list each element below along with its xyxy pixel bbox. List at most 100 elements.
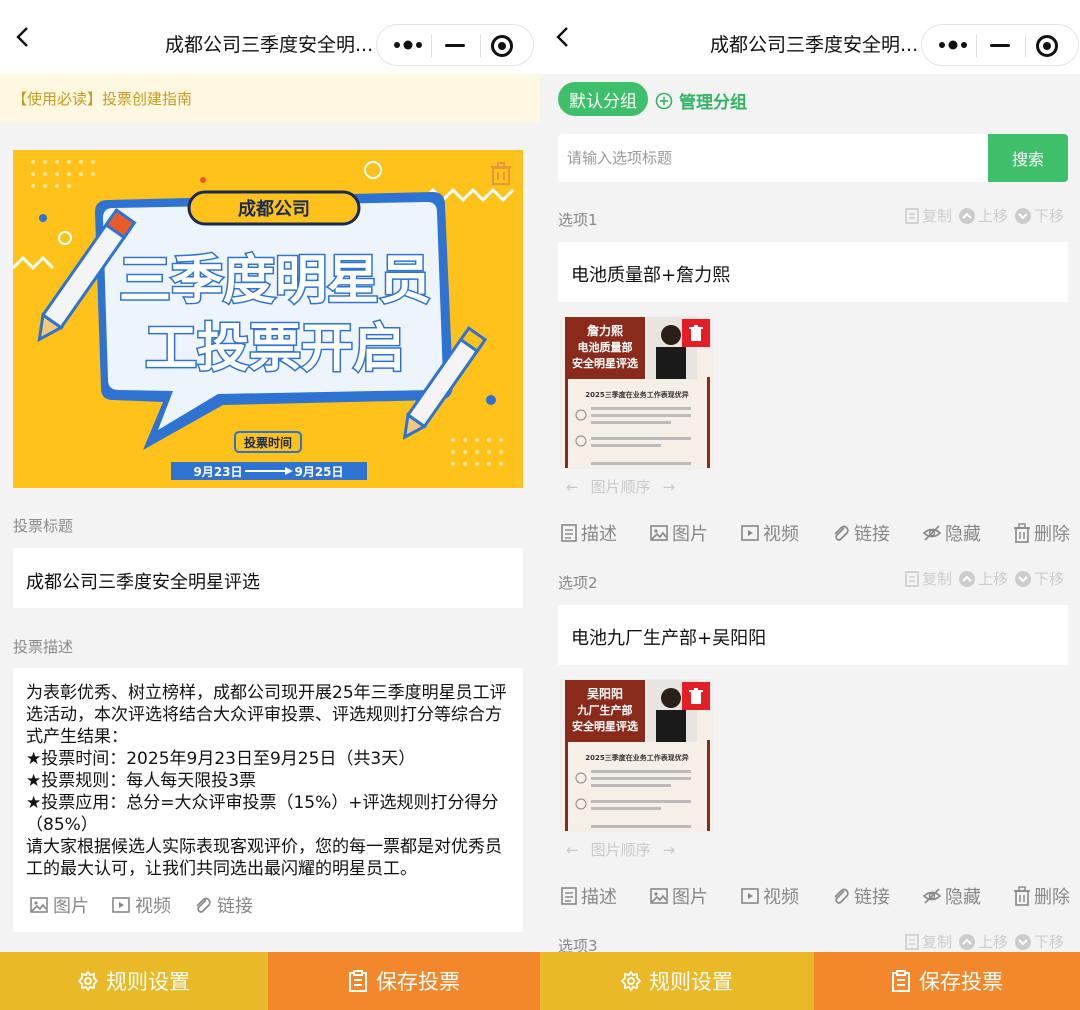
video-icon: [112, 897, 130, 913]
banner-time-label: 投票时间: [244, 435, 292, 450]
copy-icon: [905, 570, 919, 587]
option-tools: 复制 上移 下移: [904, 931, 1064, 952]
minimize-icon[interactable]: [445, 44, 465, 47]
document-icon: [892, 970, 910, 992]
image-icon: [650, 525, 668, 541]
close-miniprogram-icon[interactable]: [491, 35, 513, 57]
option-label: 选项2: [558, 574, 598, 592]
svg-text:吴阳阳: 吴阳阳: [587, 686, 623, 701]
move-down-button[interactable]: 下移: [1014, 205, 1064, 226]
svg-text:詹力熙: 詹力熙: [587, 323, 623, 338]
link-icon: [834, 888, 849, 904]
copy-button[interactable]: 复制: [904, 205, 952, 226]
option-title-field[interactable]: 电池质量部+詹力熙: [558, 242, 1068, 302]
banner-headline-2: 工投票开启: [145, 319, 405, 379]
save-vote-button[interactable]: 保存投票: [268, 952, 540, 1010]
add-link-button[interactable]: 链接: [193, 892, 253, 918]
mini-program-capsule: [921, 24, 1079, 66]
nav-bar: 成都公司三季度安全明...: [0, 0, 540, 74]
chevron-up-icon: [958, 207, 975, 224]
default-group-chip[interactable]: 默认分组: [558, 82, 648, 116]
delete-photo-button[interactable]: [682, 319, 710, 347]
link-button[interactable]: 链接: [831, 520, 890, 546]
banner-headline-1: 三季度明星员: [119, 251, 431, 311]
search-input[interactable]: [558, 134, 988, 182]
option-tools: 复制 上移 下移: [904, 568, 1064, 589]
description-label: 投票描述: [13, 638, 74, 656]
cover-banner[interactable]: 成都公司 三季度明星员 工投票开启 投票时间 9月23日 9月25日: [13, 150, 523, 488]
rule-settings-button[interactable]: 规则设置: [0, 952, 268, 1010]
move-up-button[interactable]: 上移: [958, 568, 1008, 589]
image-button[interactable]: 图片: [649, 883, 708, 909]
delete-option-button[interactable]: 删除: [1013, 520, 1070, 546]
option-title-field[interactable]: 电池九厂生产部+吴阳阳: [558, 605, 1068, 665]
copy-button[interactable]: 复制: [904, 931, 952, 952]
search-box: [558, 134, 988, 182]
delete-option-button[interactable]: 删除: [1013, 883, 1070, 909]
trash-icon: [1014, 523, 1030, 543]
move-up-button[interactable]: 上移: [958, 205, 1008, 226]
link-button[interactable]: 链接: [831, 883, 890, 909]
link-icon: [196, 897, 211, 913]
image-order-control: ← 图片顺序 →: [566, 840, 676, 860]
nav-bar: 成都公司三季度安全明...: [540, 0, 1080, 74]
save-vote-button[interactable]: 保存投票: [814, 952, 1080, 1010]
copy-button[interactable]: 复制: [904, 568, 952, 589]
describe-button[interactable]: 描述: [560, 520, 617, 546]
banner-end-date: 9月25日: [294, 465, 343, 479]
video-icon: [741, 525, 759, 541]
option-label: 选项1: [558, 211, 598, 229]
add-video-button[interactable]: 视频: [111, 892, 171, 918]
document-icon: [561, 524, 577, 542]
copy-icon: [905, 207, 919, 224]
more-icon[interactable]: [938, 38, 968, 52]
option-photo[interactable]: 詹力熙 电池质量部 安全明星评选 2025三季度在业务工作表现优异: [560, 316, 713, 469]
move-down-button[interactable]: 下移: [1014, 568, 1064, 589]
search-button[interactable]: 搜索: [988, 134, 1068, 182]
close-miniprogram-icon[interactable]: [1036, 35, 1058, 57]
link-icon: [834, 525, 849, 541]
arrow-left-icon[interactable]: ←: [566, 841, 579, 859]
arrow-left-icon[interactable]: ←: [566, 478, 579, 496]
page-title: 成都公司三季度安全明...: [165, 34, 374, 56]
image-icon: [30, 897, 48, 913]
move-up-button[interactable]: 上移: [958, 931, 1008, 952]
add-image-button[interactable]: 图片: [29, 892, 89, 918]
guide-notice[interactable]: 【使用必读】投票创建指南: [0, 74, 540, 122]
gear-icon: [621, 971, 641, 991]
option-photo[interactable]: 吴阳阳 九厂生产部 安全明星评选 2025三季度在业务工作表现优异: [560, 679, 713, 832]
minimize-icon[interactable]: [990, 44, 1010, 47]
description-value[interactable]: 为表彰优秀、树立榜样，成都公司现开展25年三季度明星员工评选活动，本次评选将结合…: [13, 668, 523, 880]
title-field[interactable]: 成都公司三季度安全明星评选: [13, 548, 523, 608]
option-actions: 描述 图片 视频 链接 隐藏 删除: [560, 520, 1070, 546]
svg-text:安全明星评选: 安全明星评选: [572, 719, 638, 733]
group-bar: 默认分组 管理分组: [540, 74, 1080, 124]
gear-icon: [78, 971, 98, 991]
hide-button[interactable]: 隐藏: [922, 883, 981, 909]
video-icon: [741, 888, 759, 904]
svg-text:2025三季度在业务工作表现优异: 2025三季度在业务工作表现优异: [585, 390, 688, 399]
back-arrow-icon[interactable]: [552, 26, 574, 48]
mini-program-capsule: [376, 24, 534, 66]
banner-start-date: 9月23日: [193, 465, 242, 479]
back-arrow-icon[interactable]: [12, 26, 34, 48]
svg-text:2025三季度在业务工作表现优异: 2025三季度在业务工作表现优异: [585, 753, 688, 762]
vote-editor-pane: 成都公司三季度安全明... 【使用必读】投票创建指南 成都公司 三季度明星员 工…: [0, 0, 540, 1010]
delete-photo-button[interactable]: [682, 682, 710, 710]
rule-settings-button[interactable]: 规则设置: [540, 952, 814, 1010]
hide-button[interactable]: 隐藏: [922, 520, 981, 546]
move-down-button[interactable]: 下移: [1014, 931, 1064, 952]
describe-button[interactable]: 描述: [560, 883, 617, 909]
video-button[interactable]: 视频: [740, 883, 799, 909]
title-value[interactable]: 成都公司三季度安全明星评选: [13, 548, 523, 614]
video-button[interactable]: 视频: [740, 520, 799, 546]
chevron-up-icon: [958, 570, 975, 587]
arrow-right-icon[interactable]: →: [663, 841, 676, 859]
chevron-up-icon: [958, 933, 975, 950]
description-media-row: 图片 视频 链接: [29, 892, 253, 918]
description-field[interactable]: 为表彰优秀、树立榜样，成都公司现开展25年三季度明星员工评选活动，本次评选将结合…: [13, 668, 523, 932]
image-button[interactable]: 图片: [649, 520, 708, 546]
manage-group-button[interactable]: 管理分组: [655, 88, 747, 113]
arrow-right-icon[interactable]: →: [663, 478, 676, 496]
more-icon[interactable]: [393, 38, 423, 52]
